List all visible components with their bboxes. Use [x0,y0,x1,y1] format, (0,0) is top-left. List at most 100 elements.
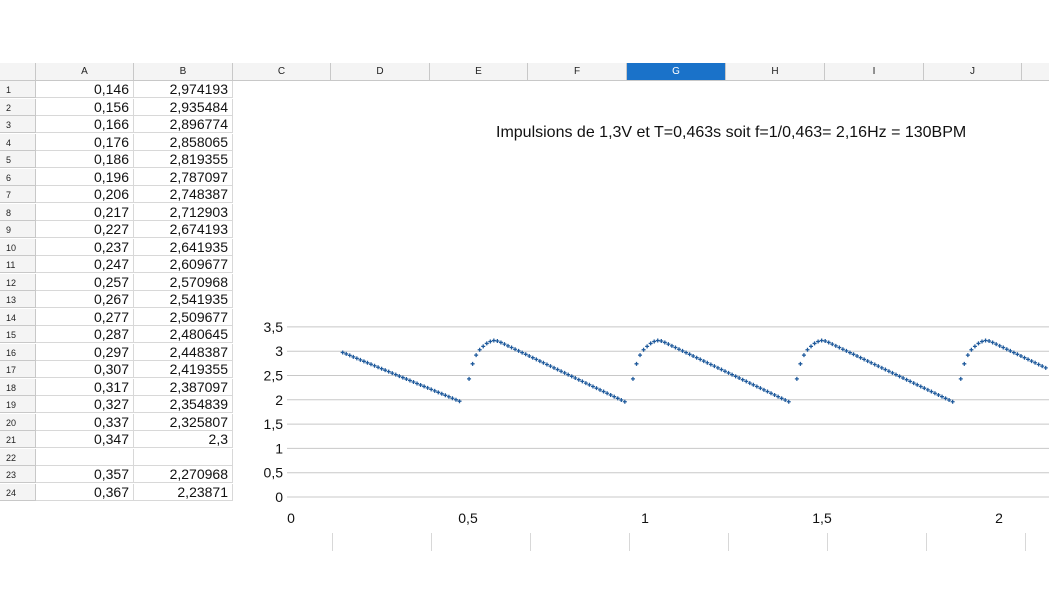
data-point [439,391,444,396]
scatter-chart[interactable]: Impulsions de 1,3V et T=0,463s soit f=1/… [245,103,1049,551]
cell-b[interactable]: 2,896774 [134,116,233,133]
cell-b[interactable]: 2,448387 [134,343,233,361]
row-header[interactable]: 12 [0,273,36,291]
cell-a[interactable]: 0,357 [36,466,134,483]
row-header[interactable]: 17 [0,361,36,378]
row-header[interactable]: 7 [0,186,36,203]
cell-b[interactable]: 2,819355 [134,151,233,168]
column-header-c[interactable]: C [233,63,331,81]
row-header[interactable]: 8 [0,203,36,221]
cell-b[interactable]: 2,270968 [134,466,233,483]
row-header[interactable]: 24 [0,483,36,501]
column-header-j[interactable]: J [924,63,1022,81]
spreadsheet[interactable]: ABCDEFGHIJ 1 0,146 2,974193 2 0,156 2,935484 3… [0,63,1049,551]
cell-a[interactable]: 0,247 [36,256,134,273]
cell-b[interactable]: 2,609677 [134,256,233,273]
cell-a[interactable]: 0,156 [36,98,134,116]
cell-a[interactable]: 0,327 [36,396,134,413]
cell-b[interactable]: 2,509677 [134,308,233,326]
row-header[interactable]: 18 [0,378,36,396]
cell-a[interactable]: 0,237 [36,238,134,256]
row-header[interactable]: 20 [0,413,36,431]
cell-a[interactable]: 0,186 [36,151,134,168]
cell-b[interactable]: 2,541935 [134,291,233,308]
cell-a[interactable]: 0,267 [36,291,134,308]
row-header[interactable]: 2 [0,98,36,116]
cell-b[interactable]: 2,712903 [134,203,233,221]
cell-b[interactable] [134,448,233,466]
cell-b[interactable]: 2,3 [134,431,233,448]
cell-a[interactable]: 0,217 [36,203,134,221]
row-header[interactable]: 21 [0,431,36,448]
column-header-e[interactable]: E [430,63,528,81]
cell-a[interactable]: 0,307 [36,361,134,378]
cell-b[interactable]: 2,748387 [134,186,233,203]
cell-b[interactable]: 2,787097 [134,168,233,186]
column-header[interactable] [1022,63,1049,81]
cell-b[interactable]: 2,23871 [134,483,233,501]
row-header[interactable]: 22 [0,448,36,466]
data-point [594,386,599,391]
cell-b[interactable]: 2,935484 [134,98,233,116]
row-header[interactable]: 23 [0,466,36,483]
data-point [737,376,742,381]
cell-a[interactable] [36,448,134,466]
row-header[interactable]: 13 [0,291,36,308]
cell-a[interactable]: 0,297 [36,343,134,361]
cell-a[interactable]: 0,347 [36,431,134,448]
column-header-h[interactable]: H [726,63,825,81]
column-header-g[interactable]: G [627,63,726,81]
cell-a[interactable]: 0,337 [36,413,134,431]
row-header[interactable]: 14 [0,308,36,326]
data-point [940,394,945,399]
data-point [516,348,521,353]
column-header-d[interactable]: D [331,63,430,81]
column-header-a[interactable]: A [36,63,134,81]
row-header[interactable]: 3 [0,116,36,133]
cell-b[interactable]: 2,570968 [134,273,233,291]
data-point [893,372,898,377]
row-header[interactable]: 11 [0,256,36,273]
cell-b[interactable]: 2,325807 [134,413,233,431]
cell-b[interactable]: 2,480645 [134,326,233,343]
data-point [876,364,881,369]
row-header[interactable]: 19 [0,396,36,413]
column-header-f[interactable]: F [528,63,627,81]
cell-a[interactable]: 0,287 [36,326,134,343]
row-header[interactable]: 15 [0,326,36,343]
column-header-b[interactable]: B [134,63,233,81]
row-header[interactable]: 10 [0,238,36,256]
data-point [502,342,507,347]
data-point [676,347,681,352]
cell-b[interactable]: 2,641935 [134,238,233,256]
cell-a[interactable]: 0,206 [36,186,134,203]
cell-a[interactable]: 0,166 [36,116,134,133]
cell-a[interactable]: 0,257 [36,273,134,291]
cell-b[interactable]: 2,354839 [134,396,233,413]
cell-b[interactable]: 2,419355 [134,361,233,378]
cell-a[interactable]: 0,146 [36,81,134,98]
row-header[interactable]: 16 [0,343,36,361]
row-header[interactable]: 4 [0,133,36,151]
data-point [694,355,699,360]
select-all-corner[interactable] [0,63,36,81]
cell-b[interactable]: 2,387097 [134,378,233,396]
cell-a[interactable]: 0,277 [36,308,134,326]
cell-a[interactable]: 0,227 [36,221,134,238]
data-point [652,339,657,344]
data-point [776,394,781,399]
cell-a[interactable]: 0,367 [36,483,134,501]
cell-b[interactable]: 2,974193 [134,81,233,98]
row-header[interactable]: 9 [0,221,36,238]
column-header-i[interactable]: I [825,63,924,81]
data-point [590,384,595,389]
cell-b[interactable]: 2,858065 [134,133,233,151]
y-tick-label: 0 [275,489,283,505]
cell-a[interactable]: 0,176 [36,133,134,151]
row-header[interactable]: 1 [0,81,36,98]
cell-b[interactable]: 2,674193 [134,221,233,238]
cell-a[interactable]: 0,317 [36,378,134,396]
row-header[interactable]: 5 [0,151,36,168]
row-header[interactable]: 6 [0,168,36,186]
cell-a[interactable]: 0,196 [36,168,134,186]
